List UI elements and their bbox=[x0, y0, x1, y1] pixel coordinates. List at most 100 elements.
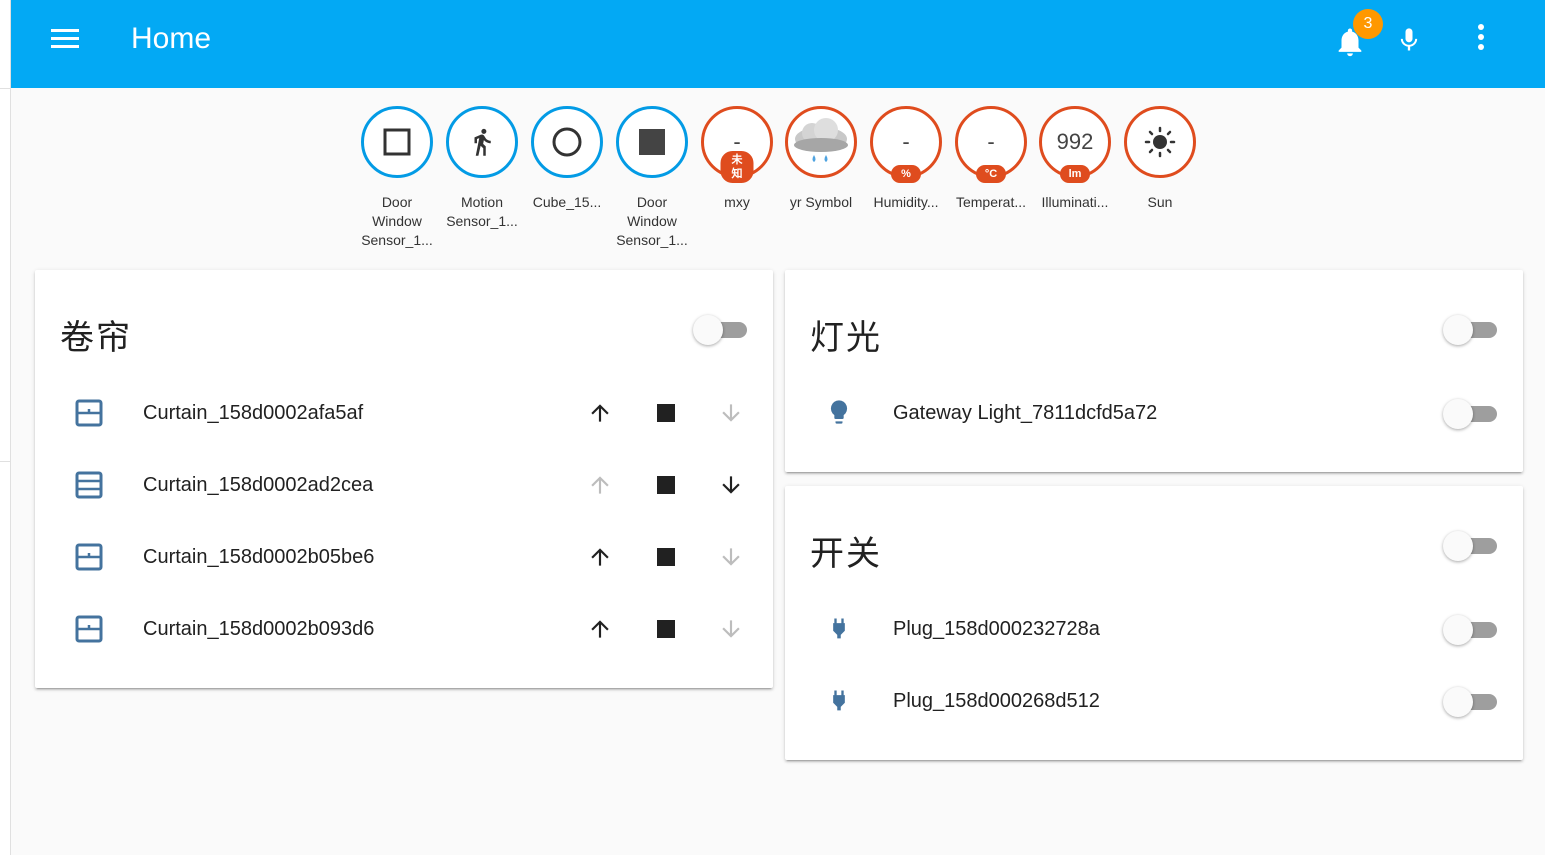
arrow-down-icon bbox=[722, 620, 740, 638]
cover-stop-button[interactable] bbox=[651, 614, 681, 644]
badge-yr-symbol[interactable]: yr Symbol bbox=[779, 106, 863, 212]
badge-label: Door Window Sensor_1... bbox=[361, 194, 433, 248]
circle-outline-icon bbox=[552, 127, 582, 157]
badge-label: mxy bbox=[724, 194, 750, 210]
stop-icon bbox=[657, 548, 675, 566]
card-curtains: 卷帘 Curtain_158d0002afa5af Curtain_158d00… bbox=[35, 270, 773, 688]
badge-label: Humidity... bbox=[873, 194, 939, 210]
window-shutter-icon bbox=[75, 615, 103, 643]
curtains-group-toggle[interactable] bbox=[693, 314, 749, 345]
curtain-name: Curtain_158d0002b093d6 bbox=[143, 618, 375, 640]
badge-label: Cube_15... bbox=[532, 194, 602, 210]
cover-open-button[interactable] bbox=[585, 542, 615, 572]
badge-unit: lm bbox=[1060, 165, 1090, 183]
badge-door-window-sensor-1[interactable]: Door Window Sensor_1... bbox=[355, 106, 439, 250]
walk-icon bbox=[474, 128, 491, 156]
power-plug-icon bbox=[833, 618, 845, 639]
badge-row: Door Window Sensor_1... Motion Sensor_1... … bbox=[355, 106, 1215, 256]
badge-illuminance[interactable]: 992 lm Illuminati... bbox=[1033, 106, 1117, 212]
window-shutter-closed-icon bbox=[75, 471, 103, 499]
menu-icon[interactable] bbox=[51, 29, 79, 51]
badge-label: Door Window Sensor_1... bbox=[616, 194, 688, 248]
cover-close-button[interactable] bbox=[716, 542, 746, 572]
arrow-up-icon bbox=[591, 404, 609, 422]
badge-circle: 992 lm bbox=[1039, 106, 1111, 183]
switch-name: Plug_158d000232728a bbox=[893, 618, 1100, 640]
switch-name: Plug_158d000268d512 bbox=[893, 690, 1100, 712]
badge-mxy[interactable]: - 未知 mxy bbox=[695, 106, 779, 212]
cover-stop-button[interactable] bbox=[651, 470, 681, 500]
light-toggle[interactable] bbox=[1443, 398, 1499, 429]
arrow-down-icon bbox=[722, 404, 740, 422]
card-title: 开关 bbox=[810, 534, 882, 574]
badge-circle: - °C bbox=[955, 106, 1027, 183]
badge-value: 992 bbox=[1056, 129, 1094, 154]
page-title: Home bbox=[131, 22, 212, 55]
badge-circle bbox=[361, 106, 433, 178]
badge-label: Motion Sensor_1... bbox=[446, 194, 518, 229]
window-shutter-icon bbox=[75, 543, 103, 571]
square-outline-icon bbox=[383, 128, 411, 156]
card-title: 灯光 bbox=[810, 318, 882, 358]
light-name: Gateway Light_7811dcfd5a72 bbox=[893, 402, 1158, 424]
badge-circle bbox=[616, 106, 688, 178]
notification-count-badge: 3 bbox=[1353, 9, 1383, 39]
badge-cube[interactable]: Cube_15... bbox=[525, 106, 609, 212]
badge-label: Illuminati... bbox=[1041, 194, 1109, 210]
more-options-icon[interactable] bbox=[1471, 24, 1491, 58]
lights-group-toggle[interactable] bbox=[1443, 314, 1499, 345]
arrow-up-icon bbox=[591, 620, 609, 638]
badge-circle: - 未知 bbox=[701, 106, 773, 183]
switch-toggle[interactable] bbox=[1443, 614, 1499, 645]
window-shutter-icon bbox=[75, 399, 103, 427]
badge-label: Sun bbox=[1147, 194, 1173, 210]
rain-cloud-icon bbox=[794, 118, 848, 162]
card-title: 卷帘 bbox=[60, 318, 132, 358]
app-toolbar: Home 3 bbox=[11, 0, 1545, 88]
sidebar-edge bbox=[0, 0, 11, 855]
curtain-name: Curtain_158d0002b05be6 bbox=[143, 546, 375, 568]
badge-unit: °C bbox=[976, 165, 1006, 183]
microphone-icon[interactable] bbox=[1395, 22, 1423, 58]
badge-circle bbox=[1124, 106, 1196, 178]
cover-close-button[interactable] bbox=[716, 398, 746, 428]
cover-open-button[interactable] bbox=[585, 470, 615, 500]
badge-motion-sensor[interactable]: Motion Sensor_1... bbox=[440, 106, 524, 231]
badge-value: - bbox=[987, 129, 995, 154]
stop-icon bbox=[657, 476, 675, 494]
card-lights: 灯光 Gateway Light_7811dcfd5a72 bbox=[785, 270, 1523, 472]
stop-icon bbox=[657, 404, 675, 422]
badge-humidity[interactable]: - % Humidity... bbox=[864, 106, 948, 212]
badge-circle bbox=[531, 106, 603, 178]
badge-circle: - % bbox=[870, 106, 942, 183]
cover-stop-button[interactable] bbox=[651, 398, 681, 428]
arrow-up-icon bbox=[591, 548, 609, 566]
badge-door-window-sensor-2[interactable]: Door Window Sensor_1... bbox=[610, 106, 694, 250]
badge-circle bbox=[785, 106, 857, 178]
arrow-down-icon bbox=[722, 548, 740, 566]
cover-close-button[interactable] bbox=[716, 614, 746, 644]
switches-group-toggle[interactable] bbox=[1443, 530, 1499, 561]
badge-unit: % bbox=[891, 165, 921, 183]
badge-label: yr Symbol bbox=[789, 194, 853, 210]
cover-stop-button[interactable] bbox=[651, 542, 681, 572]
badge-value: - bbox=[902, 129, 910, 154]
arrow-up-icon bbox=[591, 476, 609, 494]
stop-icon bbox=[657, 620, 675, 638]
card-switches: 开关 Plug_158d000232728a Plug_158d000268d5… bbox=[785, 486, 1523, 760]
square-filled-icon bbox=[639, 129, 665, 155]
switch-toggle[interactable] bbox=[1443, 686, 1499, 717]
curtain-name: Curtain_158d0002ad2cea bbox=[143, 474, 374, 496]
cover-open-button[interactable] bbox=[585, 614, 615, 644]
badge-temperature[interactable]: - °C Temperat... bbox=[949, 106, 1033, 212]
lightbulb-icon bbox=[830, 400, 848, 424]
badge-label: Temperat... bbox=[955, 194, 1027, 210]
badge-sun[interactable]: Sun bbox=[1118, 106, 1202, 212]
badge-circle bbox=[446, 106, 518, 178]
cover-open-button[interactable] bbox=[585, 398, 615, 428]
arrow-down-icon bbox=[722, 476, 740, 494]
power-plug-icon bbox=[833, 690, 845, 711]
cover-close-button[interactable] bbox=[716, 470, 746, 500]
badge-unit: 未知 bbox=[720, 151, 754, 183]
sun-icon bbox=[1144, 126, 1176, 158]
